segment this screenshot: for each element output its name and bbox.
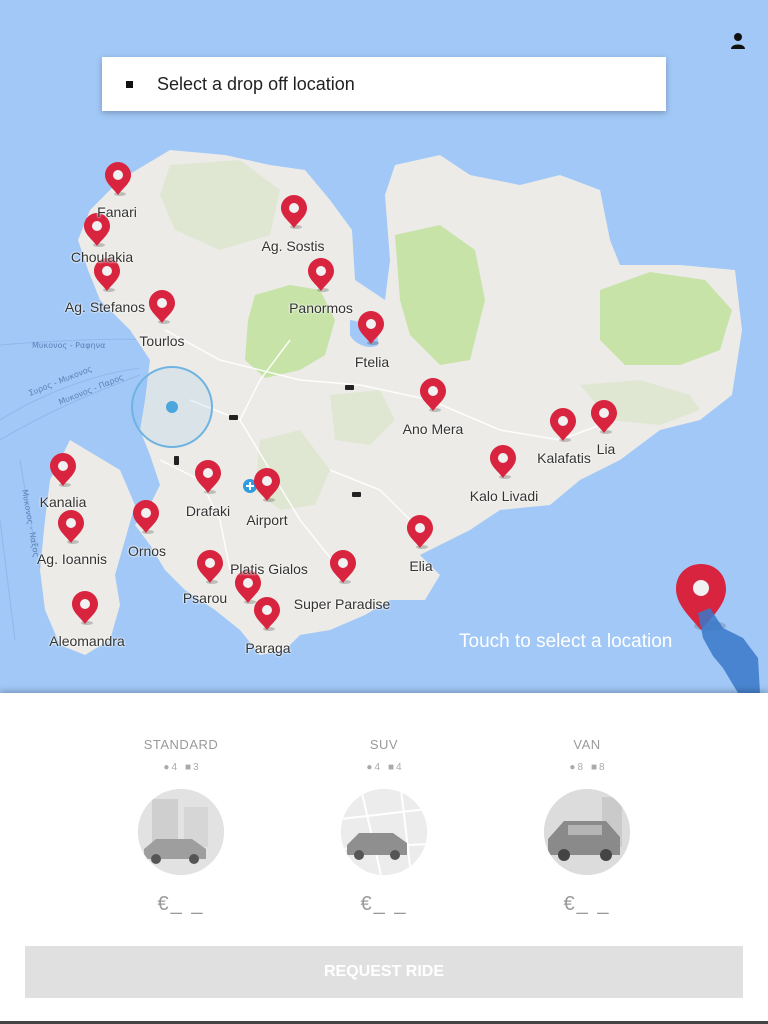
luggage-count: 8: [599, 762, 605, 773]
map-pin-icon[interactable]: [49, 452, 77, 488]
map-pin-icon[interactable]: [196, 549, 224, 585]
map-pin-icon[interactable]: [307, 257, 335, 293]
place-label: Panormos: [289, 300, 353, 316]
map-pin-icon[interactable]: [148, 289, 176, 325]
place-label: Elia: [409, 558, 433, 574]
vehicle-price: €_ _: [157, 893, 205, 915]
luggage-count: 3: [193, 762, 199, 773]
vehicle-price: €_ _: [563, 893, 611, 915]
luggage-icon: ■: [388, 762, 395, 773]
passenger-count: 8: [577, 762, 583, 773]
place-label: Choulakia: [70, 249, 134, 265]
passenger-count: 4: [374, 762, 380, 773]
map-pin-icon[interactable]: [489, 444, 517, 480]
map-pin-icon[interactable]: [253, 467, 281, 503]
place-label: Kanalia: [39, 494, 87, 510]
place-label: Drafaki: [185, 503, 231, 519]
vehicle-price: €_ _: [360, 893, 408, 915]
map-pin-icon[interactable]: [253, 596, 281, 632]
vehicle-option-van[interactable]: VAN ● 8 ■ 8 €_ _: [527, 693, 647, 916]
place-label: Ano Mera: [402, 421, 464, 437]
route-label: Μυκονος - Ραφηνα: [32, 341, 105, 350]
vehicle-name: SUV: [369, 737, 399, 752]
map-pin-icon[interactable]: [71, 590, 99, 626]
map-pin-icon[interactable]: [57, 509, 85, 545]
place-label: Ornos: [127, 543, 167, 559]
place-label: Super Paradise: [293, 596, 391, 612]
place-label: Lia: [596, 441, 616, 457]
touch-hint: Touch to select a location: [459, 631, 673, 652]
map-view[interactable]: Μυκονος - Ραφηνα Συρος - Μυκονος Μυκονος…: [0, 0, 768, 693]
place-label: Kalafatis: [537, 450, 591, 466]
map-pin-icon[interactable]: [590, 399, 618, 435]
map-pin-icon[interactable]: [194, 459, 222, 495]
touch-hint-icon: [676, 564, 760, 693]
vehicle-option-suv[interactable]: SUV ● 4 ■ 4 €_ _: [324, 693, 444, 916]
map-pin-icon[interactable]: [419, 377, 447, 413]
luggage-count: 4: [396, 762, 402, 773]
vehicle-image: [544, 789, 630, 875]
place-label: Kalo Livadi: [469, 488, 539, 504]
place-label: Ag. Stefanos: [64, 299, 146, 315]
vehicle-image: [341, 789, 427, 875]
luggage-icon: ■: [591, 762, 598, 773]
luggage-icon: ■: [185, 762, 192, 773]
vehicle-name: STANDARD: [143, 737, 219, 752]
place-label: Psarou: [182, 590, 228, 606]
route-label: Μυκονος - Ναξος: [20, 489, 41, 558]
place-label: Tourlos: [139, 333, 185, 349]
search-placeholder: Select a drop off location: [157, 73, 355, 94]
drop-off-search[interactable]: Select a drop off location: [102, 57, 666, 111]
passenger-icon: ●: [569, 762, 576, 773]
request-ride-button[interactable]: REQUEST RIDE: [25, 946, 743, 998]
destination-square-icon: [126, 80, 133, 88]
map-pin-icon[interactable]: [406, 514, 434, 550]
map-pin-icon[interactable]: [280, 194, 308, 230]
map-pin-icon[interactable]: [329, 549, 357, 585]
vehicle-panel: STANDARD ● 4 ■ 3 €_ _ SUV ● 4 ■ 4 €_ _ V…: [0, 693, 768, 1024]
profile-button[interactable]: [729, 32, 747, 52]
vehicle-name: VAN: [573, 737, 601, 752]
place-label: Platis Gialos: [230, 561, 308, 577]
person-icon: [731, 33, 745, 49]
vehicle-image: [138, 789, 224, 875]
place-label: Ag. Ioannis: [36, 551, 108, 567]
map-pin-icon[interactable]: [132, 499, 160, 535]
passenger-icon: ●: [366, 762, 373, 773]
place-label: Airport: [246, 512, 288, 528]
place-label: Paraga: [245, 640, 291, 656]
passenger-icon: ●: [163, 762, 170, 773]
map-pin-icon[interactable]: [357, 310, 385, 346]
map-pin-icon[interactable]: [549, 407, 577, 443]
map-pin-icon[interactable]: [104, 161, 132, 197]
place-label: Ag. Sostis: [261, 238, 325, 254]
passenger-count: 4: [171, 762, 177, 773]
place-label: Aleomandra: [49, 633, 125, 649]
place-label: Ftelia: [354, 354, 390, 370]
vehicle-option-standard[interactable]: STANDARD ● 4 ■ 3 €_ _: [121, 693, 241, 916]
place-label: Fanari: [97, 204, 137, 220]
